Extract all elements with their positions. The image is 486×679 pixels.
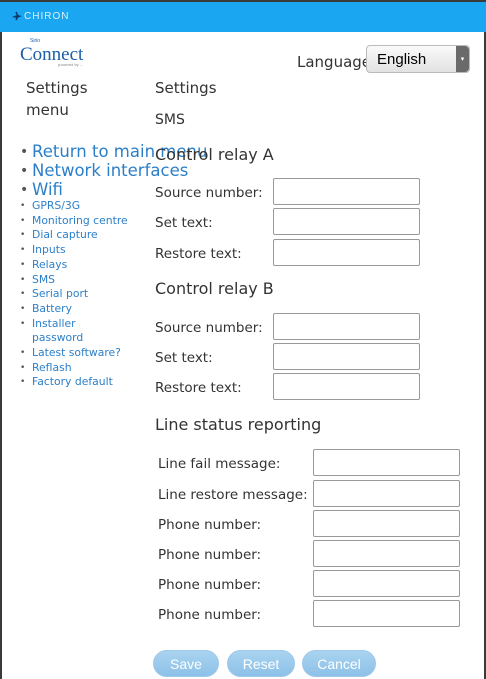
menu-item-monitoring-centre[interactable]: Monitoring centre bbox=[20, 214, 150, 229]
language-select[interactable]: English ▾ bbox=[366, 45, 470, 73]
menu-item-battery[interactable]: Battery bbox=[20, 302, 150, 317]
menu-item-latest-software[interactable]: Latest software? bbox=[20, 346, 150, 361]
save-button[interactable]: Save bbox=[153, 650, 219, 677]
cancel-button[interactable]: Cancel bbox=[302, 650, 376, 677]
brand-name: CHIRON bbox=[24, 11, 70, 22]
menu-item-gprs-3g[interactable]: GPRS/3G bbox=[20, 199, 150, 214]
menu-item-sms[interactable]: SMS bbox=[20, 273, 150, 288]
page-title: Settings bbox=[155, 79, 217, 97]
page-subtitle: SMS bbox=[155, 112, 185, 128]
language-label: Language: bbox=[297, 53, 377, 71]
line-fail-label: Line fail message: bbox=[158, 456, 281, 472]
language-selected-value: English bbox=[377, 51, 427, 68]
relay-a-set-label: Set text: bbox=[155, 215, 213, 231]
line-restore-input[interactable] bbox=[313, 480, 460, 507]
chevron-down-icon: ▾ bbox=[456, 46, 469, 72]
logo-subtext: powered by ... bbox=[58, 62, 84, 67]
relay-b-heading: Control relay B bbox=[155, 279, 274, 298]
line-restore-label: Line restore message: bbox=[158, 487, 308, 503]
relay-a-restore-label: Restore text: bbox=[155, 246, 242, 262]
relay-a-source-input[interactable] bbox=[273, 178, 420, 205]
menu-item-serial-port[interactable]: Serial port bbox=[20, 287, 150, 302]
line-fail-input[interactable] bbox=[313, 449, 460, 476]
phone-number-label: Phone number: bbox=[158, 577, 262, 593]
phone-number-input-4[interactable] bbox=[313, 600, 460, 627]
menu-item-reflash[interactable]: Reflash bbox=[20, 361, 150, 376]
top-bar: CHIRON bbox=[0, 0, 486, 32]
relay-a-set-input[interactable] bbox=[273, 208, 420, 235]
chiron-logo-icon bbox=[12, 11, 22, 21]
relay-b-restore-input[interactable] bbox=[273, 373, 420, 400]
settings-menu-title: Settings menu bbox=[26, 79, 88, 119]
relay-a-source-label: Source number: bbox=[155, 185, 263, 201]
menu-item-installer-password[interactable]: Installer password bbox=[20, 317, 110, 346]
phone-number-input-3[interactable] bbox=[313, 570, 460, 597]
phone-number-label: Phone number: bbox=[158, 517, 262, 533]
relay-b-set-input[interactable] bbox=[273, 343, 420, 370]
line-status-heading: Line status reporting bbox=[155, 415, 322, 434]
phone-number-input-1[interactable] bbox=[313, 510, 460, 537]
menu-item-dial-capture[interactable]: Dial capture bbox=[20, 228, 150, 243]
relay-a-heading: Control relay A bbox=[155, 145, 274, 164]
menu-item-inputs[interactable]: Inputs bbox=[20, 243, 150, 258]
relay-b-source-label: Source number: bbox=[155, 320, 263, 336]
menu-item-relays[interactable]: Relays bbox=[20, 258, 150, 273]
phone-number-label: Phone number: bbox=[158, 607, 262, 623]
relay-a-restore-input[interactable] bbox=[273, 239, 420, 266]
relay-b-set-label: Set text: bbox=[155, 350, 213, 366]
relay-b-restore-label: Restore text: bbox=[155, 380, 242, 396]
phone-number-input-2[interactable] bbox=[313, 540, 460, 567]
menu-item-factory-default[interactable]: Factory default bbox=[20, 375, 150, 390]
phone-number-label: Phone number: bbox=[158, 547, 262, 563]
relay-b-source-input[interactable] bbox=[273, 313, 420, 340]
reset-button[interactable]: Reset bbox=[227, 650, 295, 677]
